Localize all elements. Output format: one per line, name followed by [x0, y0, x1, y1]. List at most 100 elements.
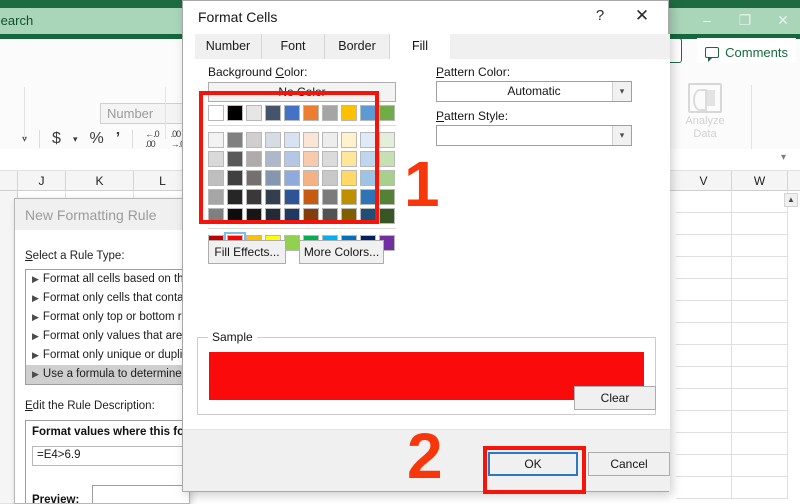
grid-cell[interactable] — [732, 455, 788, 477]
column-header-w[interactable]: W — [732, 171, 788, 191]
grid-cell[interactable] — [732, 257, 788, 279]
column-header-v[interactable]: V — [676, 171, 732, 191]
grid-cell[interactable] — [676, 455, 732, 477]
minimize-icon[interactable]: – — [698, 12, 716, 28]
chevron-down-icon[interactable]: ▾ — [612, 82, 631, 101]
color-swatch[interactable] — [379, 170, 395, 186]
pattern-style-dropdown[interactable]: ▾ — [436, 125, 632, 146]
format-cells-title: Format Cells — [198, 9, 277, 25]
grid-cell[interactable] — [676, 191, 732, 213]
scroll-up-arrow[interactable]: ▲ — [784, 193, 798, 207]
new-formatting-rule-dialog: New Formatting Rule Select a Rule Type: … — [14, 198, 190, 504]
tab-fill[interactable]: Fill — [390, 34, 450, 59]
grid-cell[interactable] — [676, 257, 732, 279]
rule-type-item-1[interactable]: ▶Format only cells that contain — [26, 289, 190, 308]
expand-formula-bar-icon[interactable]: ▾ — [781, 152, 786, 163]
color-swatch[interactable] — [379, 105, 395, 121]
analyze-data-button[interactable]: Analyze Data — [670, 83, 740, 141]
grid-cell[interactable] — [732, 213, 788, 235]
grid-cell[interactable] — [732, 433, 788, 455]
tab-border[interactable]: Border — [325, 34, 390, 59]
rule-type-item-5[interactable]: ▶Use a formula to determine which — [26, 365, 190, 384]
comments-button[interactable]: Comments — [697, 38, 796, 63]
grid-cell[interactable] — [676, 477, 732, 499]
currency-icon[interactable]: $ — [52, 130, 61, 148]
color-swatch[interactable] — [379, 132, 395, 148]
rule-type-item-3[interactable]: ▶Format only values that are above — [26, 327, 190, 346]
more-colors-button[interactable]: More Colors... — [299, 240, 384, 264]
grid-cell[interactable] — [676, 345, 732, 367]
increase-decimal-icon[interactable]: ←.0.00 — [145, 129, 159, 149]
color-swatch[interactable] — [379, 208, 395, 224]
grid-cell[interactable] — [732, 389, 788, 411]
cancel-button[interactable]: Cancel — [588, 452, 670, 476]
grid-cell[interactable] — [676, 213, 732, 235]
grid-cell[interactable] — [676, 235, 732, 257]
grid-cell[interactable] — [676, 323, 732, 345]
color-swatch[interactable] — [379, 189, 395, 205]
grid-cell[interactable] — [732, 323, 788, 345]
divider — [39, 130, 40, 148]
grid-cell[interactable] — [676, 301, 732, 323]
annotation-box-palette — [199, 91, 379, 224]
tab-font[interactable]: Font — [262, 34, 325, 59]
pattern-color-dropdown[interactable]: Automatic ▾ — [436, 81, 632, 102]
close-icon[interactable]: ✕ — [630, 5, 654, 27]
grid-cell[interactable] — [732, 345, 788, 367]
annotation-number-2: 2 — [407, 424, 443, 488]
grid-cell[interactable] — [732, 235, 788, 257]
close-icon[interactable]: ✕ — [774, 12, 792, 28]
grid-cell[interactable] — [732, 301, 788, 323]
bullet-arrow-icon: ▶ — [32, 312, 39, 322]
bullet-arrow-icon: ▶ — [32, 331, 39, 341]
grid-cell[interactable] — [732, 367, 788, 389]
window-controls: – ❐ ✕ — [698, 12, 792, 28]
select-all-corner[interactable] — [0, 171, 18, 191]
rule-type-item-0[interactable]: ▶Format all cells based on their val — [26, 270, 190, 289]
grid-cell[interactable] — [732, 191, 788, 213]
chevron-down-icon[interactable]: ▾ — [612, 126, 631, 145]
format-cells-dialog: Format Cells ? ✕ Number Font Border Fill… — [182, 0, 669, 492]
grid-cell[interactable] — [676, 411, 732, 433]
rule-type-item-4[interactable]: ▶Format only unique or duplicate v — [26, 346, 190, 365]
grid-cell[interactable] — [676, 279, 732, 301]
color-swatch[interactable] — [379, 151, 395, 167]
ribbon-group-number: Number ▾ ▾ $ ▾ % ’ ←.0.00 .00→.0 Number … — [0, 81, 190, 149]
ribbon-separator-2 — [165, 87, 166, 139]
search-input[interactable]: Search — [0, 13, 33, 28]
column-header-k[interactable]: K — [66, 171, 134, 191]
clear-label: Clear — [601, 391, 630, 405]
pattern-style-label: Pattern Style: — [436, 109, 508, 123]
color-swatch[interactable] — [284, 235, 300, 251]
percent-icon[interactable]: % — [89, 130, 103, 148]
tab-number[interactable]: Number — [195, 34, 262, 59]
bullet-arrow-icon: ▶ — [32, 350, 39, 360]
restore-icon[interactable]: ❐ — [736, 12, 754, 28]
format-cells-title-bar: Format Cells ? ✕ — [183, 1, 668, 34]
column-header-j[interactable]: J — [18, 171, 66, 191]
fill-effects-button[interactable]: Fill Effects... — [208, 240, 286, 264]
chevron-down-icon-currency[interactable]: ▾ — [73, 134, 78, 145]
grid-cell[interactable] — [732, 279, 788, 301]
comments-button-label: Comments — [725, 45, 788, 60]
grid-cell[interactable] — [676, 433, 732, 455]
help-icon[interactable]: ? — [589, 6, 611, 26]
bullet-arrow-icon: ▶ — [32, 274, 39, 284]
tab-strip-filler — [450, 34, 670, 59]
background-color-label: Background Color: — [208, 65, 307, 79]
analyze-data-label-2: Data — [670, 128, 740, 141]
more-colors-label: More Colors... — [304, 245, 379, 259]
comma-style-icon[interactable]: ’ — [116, 130, 120, 148]
rule-type-list[interactable]: ▶Format all cells based on their val ▶Fo… — [25, 269, 190, 385]
grid-cell[interactable] — [732, 411, 788, 433]
rule-type-item-2[interactable]: ▶Format only top or bottom ranke — [26, 308, 190, 327]
analyze-data-label-1: Analyze — [670, 115, 740, 128]
grid-cell[interactable] — [732, 477, 788, 499]
grid-cell[interactable] — [676, 389, 732, 411]
clear-button[interactable]: Clear — [574, 386, 656, 410]
new-formatting-rule-body: Select a Rule Type: ▶Format all cells ba… — [15, 230, 190, 503]
preview-box — [92, 485, 190, 504]
format-values-label: Format values where this formula — [32, 426, 190, 438]
grid-cell[interactable] — [676, 367, 732, 389]
formula-input[interactable]: =E4>6.9 — [32, 446, 190, 466]
